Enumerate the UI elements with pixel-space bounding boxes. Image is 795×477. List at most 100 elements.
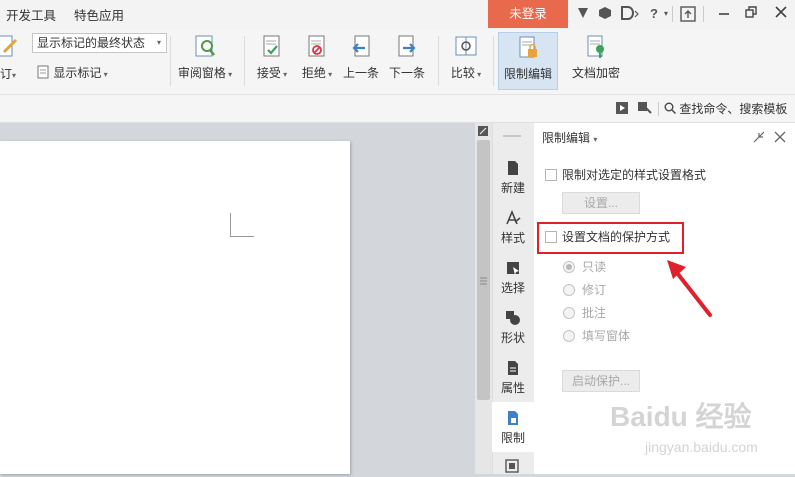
reject-icon — [308, 35, 325, 57]
restrict-edit-label: 限制编辑 — [503, 67, 552, 81]
pane-title: 限制编辑 — [542, 131, 591, 145]
next-change-button[interactable]: 下一条 — [386, 32, 428, 92]
rail-item-shape[interactable]: 形状 — [492, 302, 534, 352]
chevron-down-icon: ▾ — [156, 38, 161, 47]
compare-icon — [455, 36, 477, 56]
reject-button[interactable]: 拒绝 ▾ — [297, 32, 337, 92]
rail-item-select[interactable]: 选择 — [492, 252, 534, 302]
scrollbar-thumb[interactable] — [477, 140, 490, 400]
option-label: 修订 — [582, 283, 607, 297]
login-button[interactable]: 未登录 — [488, 0, 568, 28]
document-encrypt-label: 文档加密 — [571, 66, 620, 80]
ribbon-separator — [170, 36, 171, 86]
close-icon[interactable] — [773, 6, 789, 22]
minimize-icon[interactable] — [716, 6, 732, 22]
shrink-pane-icon[interactable] — [753, 131, 765, 143]
lock-document-icon — [519, 36, 537, 58]
rail-item-label: 样式 — [500, 231, 525, 245]
markup-status-value: 显示标记的最终状态 — [37, 36, 146, 50]
compare-label: 比较 — [450, 66, 475, 80]
revise-button[interactable]: 订▾ — [0, 65, 16, 82]
page-corner-mark — [230, 236, 254, 237]
rail-item-properties[interactable]: 属性 — [492, 352, 534, 402]
highlight-box — [537, 222, 684, 254]
upload-icon[interactable] — [680, 6, 696, 22]
show-markup-icon — [37, 65, 49, 79]
arrow-left-icon — [352, 35, 370, 57]
reject-label: 拒绝 — [301, 66, 326, 80]
restrict-edit-button[interactable]: 限制编辑 — [498, 32, 558, 90]
next-change-label: 下一条 — [388, 66, 425, 80]
rail-item-label: 形状 — [500, 331, 525, 345]
ribbon-separator — [438, 36, 439, 86]
search-command-label: 查找命令、搜索模板 — [679, 102, 788, 116]
restrict-format-checkbox[interactable] — [545, 169, 557, 181]
encrypt-document-icon — [587, 35, 604, 58]
more-tools-icon[interactable] — [504, 458, 520, 474]
review-pane-label: 审阅窗格 — [177, 66, 226, 80]
restrict-format-label: 限制对选定的样式设置格式 — [562, 168, 707, 182]
accept-button[interactable]: 接受 ▾ — [252, 32, 292, 92]
style-icon — [506, 210, 521, 225]
revise-icon[interactable] — [0, 34, 20, 60]
divider — [672, 6, 673, 22]
radio-dot — [566, 264, 572, 270]
new-doc-icon — [508, 161, 518, 175]
ribbon-separator — [244, 36, 245, 86]
skin-icon[interactable] — [575, 6, 591, 22]
ribbon-separator — [493, 36, 494, 86]
rail-item-label: 限制 — [500, 431, 525, 445]
shape-icon — [506, 311, 520, 325]
menu-tab-special-apps[interactable]: 特色应用 — [74, 0, 124, 30]
baidu-watermark: Baidu 经验 jingyan.baidu.com — [590, 392, 790, 462]
cube-icon[interactable] — [597, 6, 613, 22]
search-icon — [664, 102, 676, 114]
show-markup-label: 显示标记 — [53, 66, 102, 80]
watermark-line2: jingyan.baidu.com — [644, 439, 758, 455]
review-pane-icon — [195, 35, 215, 57]
restore-icon[interactable] — [743, 6, 759, 22]
show-markup-button[interactable]: 显示标记 ▾ — [36, 64, 108, 82]
document-page[interactable] — [0, 141, 350, 474]
rail-item-new[interactable]: 新建 — [492, 152, 534, 202]
watermark-line1: Baidu 经验 — [610, 400, 752, 432]
radio-read-only[interactable] — [563, 261, 575, 273]
help-icon: ? — [650, 6, 658, 21]
split-icon[interactable] — [478, 125, 488, 136]
option-label: 批注 — [582, 306, 607, 320]
rail-item-restrict[interactable]: 限制 — [492, 402, 534, 452]
option-label: 填写窗体 — [582, 329, 631, 343]
divider — [658, 102, 659, 116]
restrict-icon — [508, 411, 518, 425]
accept-label: 接受 — [256, 66, 281, 80]
cast-icon[interactable] — [638, 102, 652, 114]
chevron-down-icon: ▾ — [593, 135, 598, 144]
page-corner-mark — [230, 213, 231, 237]
arrow-right-icon — [398, 35, 416, 57]
markup-status-select[interactable]: 显示标记的最终状态 ▾ — [32, 33, 167, 53]
properties-icon — [508, 361, 518, 375]
rail-item-style[interactable]: 样式 — [492, 202, 534, 252]
radio-revisions[interactable] — [563, 284, 575, 296]
pane-title-dropdown[interactable]: 限制编辑 ▾ — [542, 129, 597, 147]
document-encrypt-button[interactable]: 文档加密 — [566, 32, 626, 92]
compare-button[interactable]: 比较 ▾ — [445, 32, 487, 92]
scrollbar-grip-icon — [480, 275, 487, 285]
rail-handle — [503, 135, 521, 137]
review-pane-button[interactable]: 审阅窗格 ▾ — [175, 32, 235, 92]
close-pane-icon[interactable] — [774, 131, 786, 143]
previous-change-button[interactable]: 上一条 — [341, 32, 381, 92]
divider — [703, 6, 704, 22]
start-protection-button[interactable]: 启动保护... — [562, 370, 640, 392]
settings-button[interactable]: 设置... — [562, 192, 640, 214]
previous-change-label: 上一条 — [342, 66, 379, 80]
revise-label: 订 — [0, 67, 13, 81]
search-command-box[interactable]: 查找命令、搜索模板 — [664, 100, 787, 118]
menu-tab-developer[interactable]: 开发工具 — [6, 0, 56, 30]
rail-item-label: 新建 — [500, 181, 525, 195]
share-icon[interactable] — [619, 6, 641, 22]
radio-fill-forms[interactable] — [563, 330, 575, 342]
rail-item-label: 属性 — [500, 381, 525, 395]
play-icon[interactable] — [616, 102, 628, 114]
radio-comments[interactable] — [563, 307, 575, 319]
